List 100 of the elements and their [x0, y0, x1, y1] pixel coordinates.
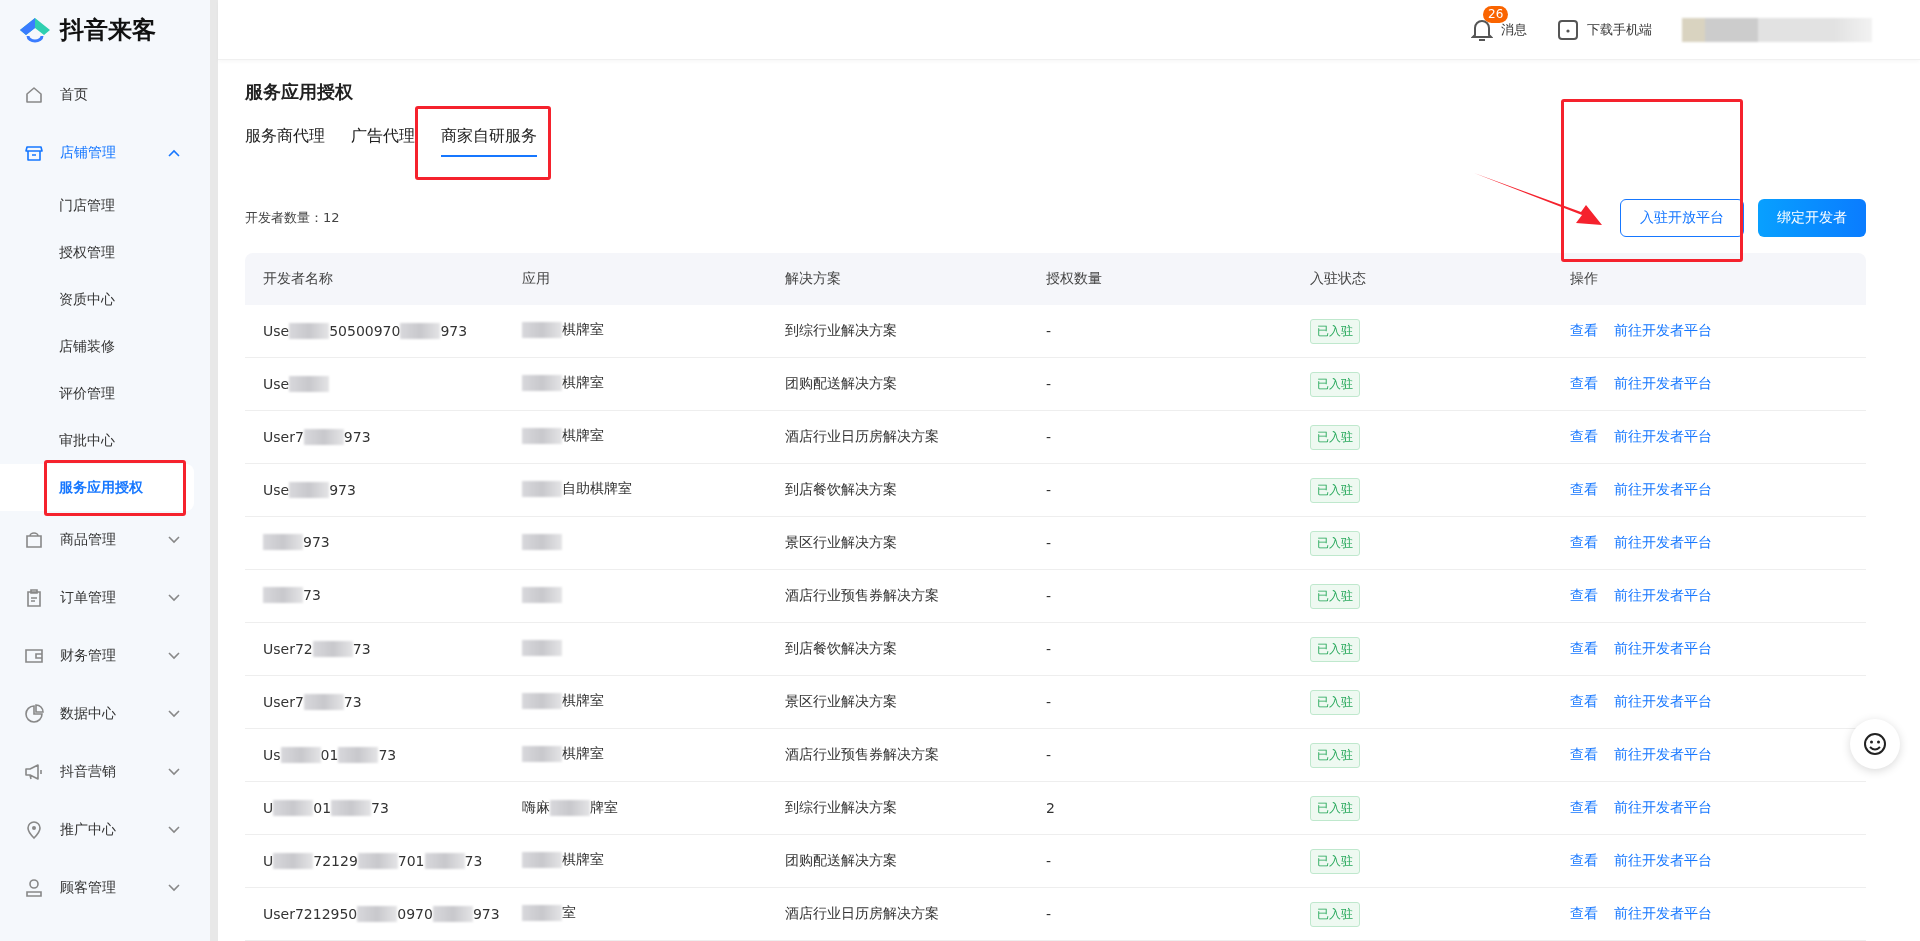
blurred-text: [263, 586, 303, 603]
developer-name: 01: [320, 747, 339, 763]
table-cell: -: [1027, 410, 1293, 464]
action-link[interactable]: 前往开发者平台: [1613, 905, 1712, 921]
developer-name: 73: [464, 853, 483, 869]
sidebar-subitem[interactable]: 门店管理: [0, 182, 210, 229]
status-tag: 已入驻: [1310, 636, 1361, 662]
table-cell: -: [1027, 622, 1293, 676]
action-link[interactable]: 查看: [1569, 746, 1598, 762]
blurred-text: [424, 853, 465, 869]
action-link[interactable]: 查看: [1569, 587, 1598, 603]
blurred-text: [303, 429, 344, 445]
menu-item-icon: [24, 85, 44, 105]
menu-item-icon: [24, 646, 44, 666]
developer-name: Use: [263, 323, 290, 339]
action-link[interactable]: 前往开发者平台: [1613, 322, 1712, 338]
sidebar-subitem[interactable]: 授权管理: [0, 229, 210, 276]
action-link[interactable]: 前往开发者平台: [1613, 746, 1712, 762]
bell-icon[interactable]: [1471, 17, 1493, 42]
sidebar-item[interactable]: 推广中心: [0, 801, 210, 859]
chevron-icon: [168, 710, 180, 718]
tab[interactable]: 服务商代理: [245, 122, 325, 157]
blurred-text: [522, 428, 563, 444]
action-link[interactable]: 前往开发者平台: [1613, 587, 1712, 603]
app-name: 棋牌室: [562, 745, 605, 763]
developer-name: 50500970: [329, 323, 401, 339]
action-link[interactable]: 查看: [1569, 322, 1598, 338]
action-link[interactable]: 前往开发者平台: [1613, 693, 1712, 709]
bind-developer-button[interactable]: 绑定开发者: [1758, 199, 1866, 237]
action-link[interactable]: 查看: [1569, 375, 1598, 391]
action-link[interactable]: 前往开发者平台: [1613, 852, 1712, 868]
sidebar-subitem[interactable]: 店铺装修: [0, 323, 210, 370]
table-cell: 2: [1027, 781, 1293, 835]
blurred-text: [522, 481, 563, 497]
action-link[interactable]: 查看: [1569, 640, 1598, 656]
action-link[interactable]: 前往开发者平台: [1613, 428, 1712, 444]
tab[interactable]: 商家自研服务: [441, 122, 537, 157]
developer-name: U: [263, 800, 274, 816]
action-link[interactable]: 查看: [1569, 693, 1598, 709]
table-cell: -: [1027, 463, 1293, 517]
phone-icon: [1557, 18, 1579, 41]
action-link[interactable]: 前往开发者平台: [1613, 799, 1712, 815]
sidebar-item[interactable]: 订单管理: [0, 569, 210, 627]
sidebar-item[interactable]: 数据中心: [0, 685, 210, 743]
sidebar-subitem[interactable]: 服务应用授权: [0, 464, 194, 511]
sidebar-item[interactable]: 首页: [0, 66, 210, 124]
page-title: 服务应用授权: [245, 80, 354, 104]
action-link[interactable]: 前往开发者平台: [1613, 481, 1712, 497]
table-cell: 酒店行业日历房解决方案: [766, 887, 1028, 941]
sidebar-subitem[interactable]: 资质中心: [0, 276, 210, 323]
developer-name: 973: [440, 323, 468, 339]
app-name: 室: [562, 904, 577, 922]
sidebar-item[interactable]: 商品管理: [0, 511, 210, 569]
action-link[interactable]: 查看: [1569, 481, 1598, 497]
table-cell: 到店餐饮解决方案: [766, 463, 1028, 517]
action-link[interactable]: 查看: [1569, 852, 1598, 868]
blurred-text: [263, 533, 303, 550]
sidebar-item[interactable]: 顾客管理: [0, 859, 210, 917]
chat-button[interactable]: [1850, 719, 1900, 769]
blurred-text: [357, 906, 398, 922]
developer-count: 开发者数量：12: [245, 209, 340, 227]
status-tag: 已入驻: [1310, 477, 1361, 503]
action-link[interactable]: 前往开发者平台: [1613, 534, 1712, 550]
blurred-text: [280, 747, 321, 763]
action-link[interactable]: 查看: [1569, 799, 1598, 815]
table-cell: 酒店行业预售券解决方案: [766, 569, 1028, 623]
blurred-text: [273, 800, 314, 816]
table-cell: -: [1027, 357, 1293, 411]
tab[interactable]: 广告代理: [351, 122, 415, 157]
action-link[interactable]: 前往开发者平台: [1613, 375, 1712, 391]
table-cell: -: [1027, 569, 1293, 623]
app-name: 嗨麻: [522, 799, 551, 817]
status-tag: 已入驻: [1310, 424, 1361, 450]
sidebar-item[interactable]: 抖音营销: [0, 743, 210, 801]
developer-name: U: [263, 853, 274, 869]
developer-name: Us: [263, 747, 281, 763]
app-name: 棋牌室: [562, 427, 605, 445]
status-tag: 已入驻: [1310, 795, 1361, 821]
action-link[interactable]: 查看: [1569, 534, 1598, 550]
action-link[interactable]: 查看: [1569, 428, 1598, 444]
developer-name: 973: [329, 482, 356, 498]
table-cell: 酒店行业预售券解决方案: [766, 728, 1028, 782]
download-app-link[interactable]: 下载手机端: [1587, 20, 1652, 39]
join-platform-button[interactable]: 入驻开放平台: [1620, 199, 1744, 237]
notification-badge: 26: [1483, 5, 1509, 23]
sidebar-subitem[interactable]: 评价管理: [0, 370, 210, 417]
action-link[interactable]: 查看: [1569, 905, 1598, 921]
sidebar-item[interactable]: 财务管理: [0, 627, 210, 685]
developer-name: 973: [343, 429, 371, 445]
messages-link[interactable]: 消息: [1501, 20, 1527, 39]
sidebar-subitem[interactable]: 审批中心: [0, 417, 210, 464]
blurred-text: [550, 800, 591, 816]
menu-item-icon: [24, 820, 44, 840]
action-link[interactable]: 前往开发者平台: [1613, 640, 1712, 656]
blurred-text: [522, 639, 563, 656]
logo-icon: [18, 16, 52, 44]
app-name: 棋牌室: [562, 374, 605, 392]
developer-name: 973: [472, 906, 500, 922]
sidebar-item[interactable]: 店铺管理: [0, 124, 210, 182]
chevron-icon: [168, 594, 180, 602]
